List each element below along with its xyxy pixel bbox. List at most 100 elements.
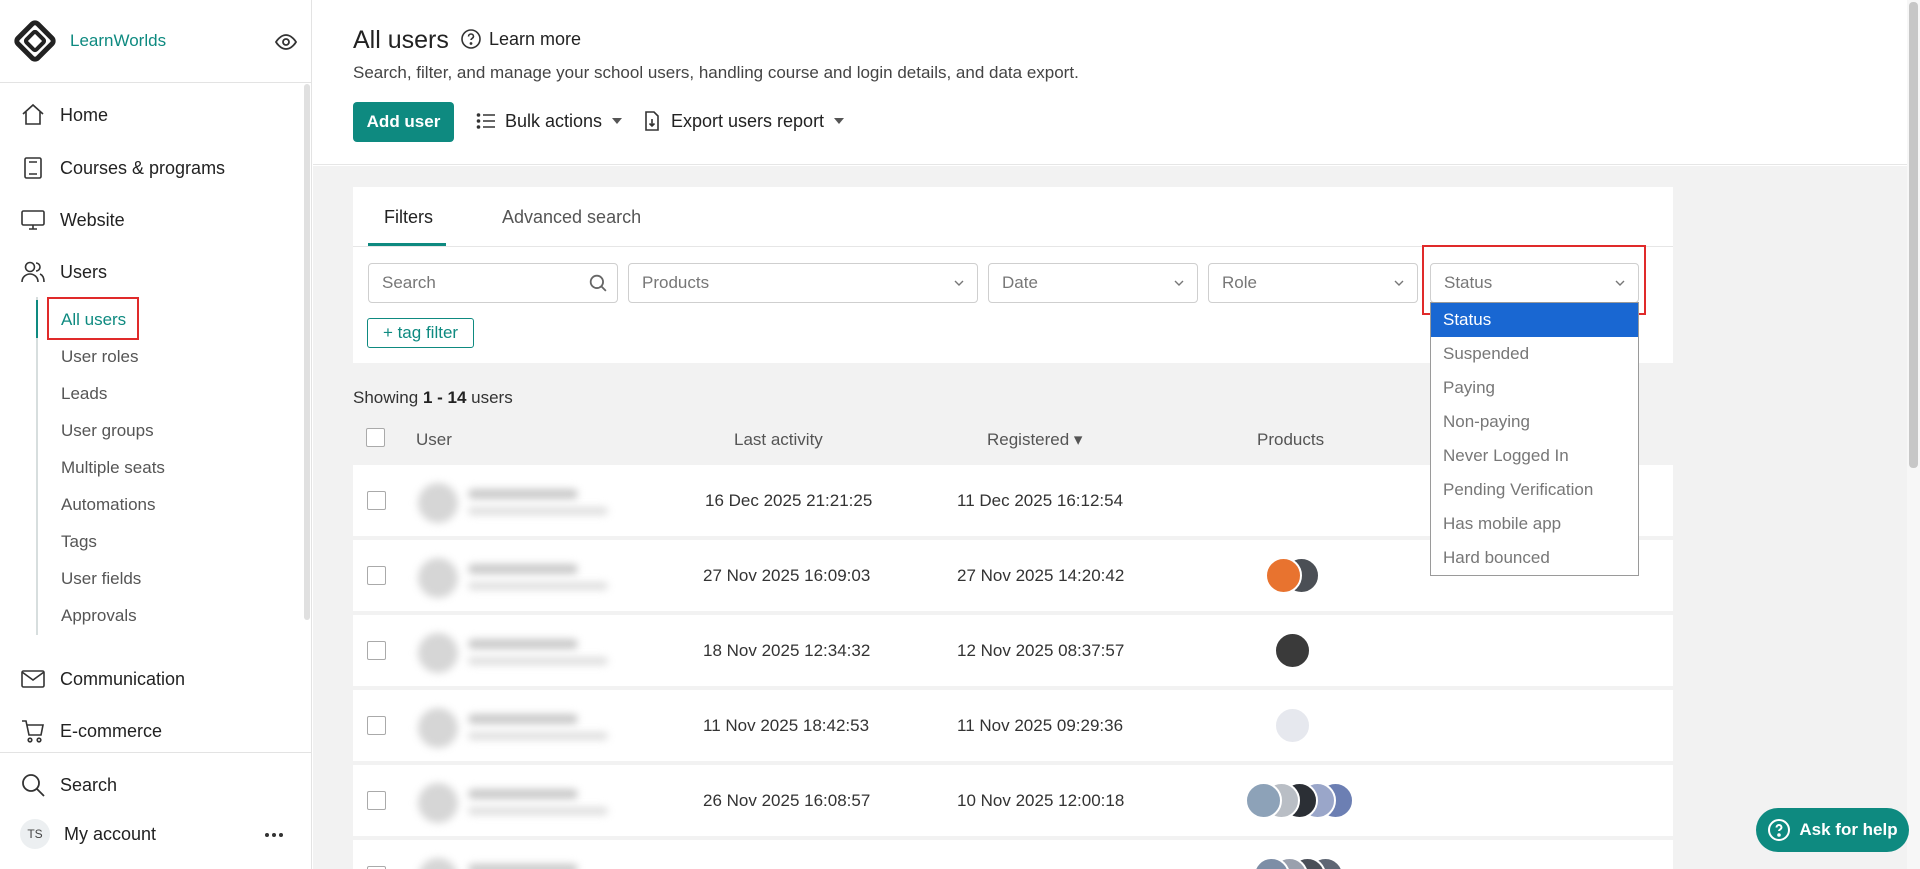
mail-icon xyxy=(21,670,45,688)
search-icon xyxy=(589,274,607,292)
sidebar-item-website[interactable]: Website xyxy=(20,205,125,235)
status-option-status[interactable]: Status xyxy=(1431,303,1638,337)
main-area: All users Learn more Search, filter, and… xyxy=(313,0,1920,869)
learn-more-label: Learn more xyxy=(489,28,582,49)
last-activity-cell: 18 Nov 2025 12:34:32 xyxy=(703,641,871,660)
sidebar-item-ecommerce[interactable]: E-commerce xyxy=(20,716,162,746)
sidebar-subitem-user-groups[interactable]: User groups xyxy=(61,421,154,441)
sidebar-divider xyxy=(0,82,312,83)
sidebar-item-label: E-commerce xyxy=(60,720,163,741)
user-cell-blurred xyxy=(398,773,618,829)
products-select-value: Products xyxy=(642,273,710,292)
status-option-suspended[interactable]: Suspended xyxy=(1431,337,1638,371)
export-users-report-button[interactable]: Export users report xyxy=(641,110,845,132)
sidebar-divider xyxy=(0,752,312,753)
learn-more-link[interactable]: Learn more xyxy=(460,28,581,50)
column-header-last-activity[interactable]: Last activity xyxy=(734,430,823,450)
more-horizontal-icon[interactable] xyxy=(262,823,286,847)
add-user-button[interactable]: Add user xyxy=(353,102,454,142)
tab-advanced-search[interactable]: Advanced search xyxy=(502,207,641,228)
row-checkbox[interactable] xyxy=(367,566,386,585)
registered-cell: 12 Nov 2025 08:37:57 xyxy=(957,641,1125,660)
row-checkbox[interactable] xyxy=(367,791,386,810)
sidebar-item-label: Communication xyxy=(60,668,186,689)
sidebar-item-users[interactable]: Users xyxy=(20,257,107,287)
bulk-actions-button[interactable]: Bulk actions xyxy=(475,110,623,132)
results-count: Showing 1 - 14 users xyxy=(353,388,513,408)
highlight-box-all-users xyxy=(47,297,139,340)
caret-down-icon xyxy=(612,118,623,124)
sidebar-scrollbar[interactable] xyxy=(304,84,310,620)
main-scrollbar[interactable] xyxy=(1907,0,1920,869)
last-activity-cell: 26 Nov 2025 16:08:57 xyxy=(703,791,871,810)
avatar: TS xyxy=(20,819,50,849)
caret-down-icon xyxy=(834,118,845,124)
sidebar-item-home[interactable]: Home xyxy=(20,100,108,130)
eye-icon[interactable] xyxy=(274,30,298,54)
product-thumbnail[interactable] xyxy=(1274,632,1311,669)
last-activity-cell: 27 Nov 2025 16:09:03 xyxy=(703,566,871,585)
results-prefix: Showing xyxy=(353,388,423,407)
sidebar-subitem-multiple-seats[interactable]: Multiple seats xyxy=(61,458,165,478)
status-option-has-mobile-app[interactable]: Has mobile app xyxy=(1431,507,1638,541)
user-cell-blurred xyxy=(398,473,618,529)
date-select[interactable]: Date xyxy=(988,263,1198,303)
brand[interactable]: LearnWorlds xyxy=(14,19,166,63)
role-select[interactable]: Role xyxy=(1208,263,1418,303)
sidebar-subitem-approvals[interactable]: Approvals xyxy=(61,606,137,626)
results-range: 1 - 14 xyxy=(422,388,467,407)
learnworlds-logo-icon xyxy=(14,20,56,62)
sidebar-subitem-automations[interactable]: Automations xyxy=(61,495,156,515)
status-option-never-logged-in[interactable]: Never Logged In xyxy=(1431,439,1638,473)
chevron-down-icon xyxy=(1174,280,1184,286)
export-report-label: Export users report xyxy=(671,110,825,131)
products-select[interactable]: Products xyxy=(628,263,978,303)
sidebar-subitem-tags[interactable]: Tags xyxy=(61,532,97,552)
sidebar-item-search[interactable]: Search xyxy=(20,770,117,800)
column-header-products[interactable]: Products xyxy=(1257,430,1324,450)
search-icon xyxy=(22,774,45,797)
add-tag-filter-button[interactable]: + tag filter xyxy=(367,318,474,348)
table-row[interactable]: 18 Nov 2025 12:34:32 12 Nov 2025 08:37:5… xyxy=(353,615,1673,686)
sidebar-item-my-account[interactable]: TS My account xyxy=(20,819,156,849)
tab-filters[interactable]: Filters xyxy=(384,207,433,228)
status-option-pending-verification[interactable]: Pending Verification xyxy=(1431,473,1638,507)
page-header: All users Learn more Search, filter, and… xyxy=(313,0,1920,165)
sidebar-subitem-leads[interactable]: Leads xyxy=(61,384,107,404)
sidebar-item-courses[interactable]: Courses & programs xyxy=(20,153,225,183)
scrollbar-thumb[interactable] xyxy=(1909,2,1918,468)
last-activity-cell: 16 Dec 2025 21:21:25 xyxy=(705,491,873,510)
table-row[interactable]: 11 Nov 2025 18:42:53 11 Nov 2025 09:29:3… xyxy=(353,690,1673,761)
sidebar-subitem-user-roles[interactable]: User roles xyxy=(61,347,138,367)
help-circle-icon xyxy=(1768,819,1791,841)
row-checkbox[interactable] xyxy=(367,491,386,510)
select-all-checkbox[interactable] xyxy=(366,428,385,447)
sidebar-item-label: Website xyxy=(60,209,125,230)
product-thumbnail[interactable] xyxy=(1265,557,1302,594)
ask-for-help-button[interactable]: Ask for help xyxy=(1756,808,1909,852)
sidebar-subitem-user-fields[interactable]: User fields xyxy=(61,569,141,589)
sidebar-item-communication[interactable]: Communication xyxy=(20,664,185,694)
date-select-value: Date xyxy=(1002,273,1038,292)
status-option-non-paying[interactable]: Non-paying xyxy=(1431,405,1638,439)
product-thumbnail[interactable] xyxy=(1245,782,1282,819)
sidebar: LearnWorlds Home Courses & programs Webs… xyxy=(0,0,312,869)
sidebar-item-label: Search xyxy=(60,774,118,795)
table-row[interactable]: 26 Nov 2025 16:08:57 10 Nov 2025 12:00:1… xyxy=(353,765,1673,836)
search-input[interactable]: Search xyxy=(368,263,618,303)
file-export-icon xyxy=(645,111,659,131)
product-thumbnail[interactable] xyxy=(1274,707,1311,744)
monitor-icon xyxy=(21,210,45,230)
row-checkbox[interactable] xyxy=(367,641,386,660)
status-option-hard-bounced[interactable]: Hard bounced xyxy=(1431,541,1638,575)
page-title: All users xyxy=(353,26,449,54)
column-header-user[interactable]: User xyxy=(416,430,452,450)
row-checkbox[interactable] xyxy=(367,716,386,735)
home-icon xyxy=(22,103,44,125)
brand-name: LearnWorlds xyxy=(70,31,167,50)
bulk-actions-label: Bulk actions xyxy=(505,110,603,131)
status-option-paying[interactable]: Paying xyxy=(1431,371,1638,405)
table-row[interactable] xyxy=(353,840,1673,869)
column-header-registered[interactable]: Registered ▾ xyxy=(987,430,1082,450)
sidebar-item-label: Home xyxy=(60,104,109,125)
